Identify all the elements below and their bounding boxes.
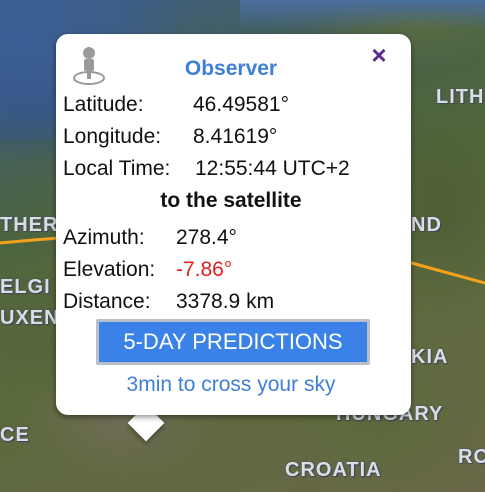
five-day-predictions-button[interactable]: 5-DAY PREDICTIONS xyxy=(96,319,370,365)
longitude-row: Longitude: 8.41619° xyxy=(63,125,277,149)
elevation-label: Elevation: xyxy=(63,258,156,281)
elevation-row: Elevation: -7.86° xyxy=(63,258,232,282)
elevation-value: -7.86° xyxy=(176,258,233,281)
map-label-croatia: CROATIA xyxy=(285,459,382,481)
longitude-value: 8.41619° xyxy=(193,125,278,148)
map-label-belgium: ELGI xyxy=(0,276,51,298)
latitude-row: Latitude: 46.49581° xyxy=(63,93,289,117)
popup-title: Observer xyxy=(184,57,278,80)
latitude-value: 46.49581° xyxy=(193,93,289,116)
map-label-lithuania: LITH xyxy=(436,86,485,108)
map-label-romania: RO xyxy=(458,446,485,468)
map-label-poland: ND xyxy=(411,214,442,236)
map-label-france: CE xyxy=(0,424,30,446)
azimuth-value: 278.4° xyxy=(176,226,237,249)
satellite-section-title: to the satellite xyxy=(160,189,302,212)
azimuth-row: Azimuth: 278.4° xyxy=(63,226,237,250)
distance-value: 3378.9 km xyxy=(176,290,275,313)
cross-sky-link[interactable]: 3min to cross your sky xyxy=(56,373,406,397)
local-time-row: Local Time: 12:55:44 UTC+2 xyxy=(63,157,350,181)
latitude-label: Latitude: xyxy=(63,93,144,116)
distance-label: Distance: xyxy=(63,290,151,313)
local-time-label: Local Time: xyxy=(63,157,171,180)
map-label-luxembourg: UXEN xyxy=(0,307,60,329)
longitude-label: Longitude: xyxy=(63,125,162,148)
azimuth-label: Azimuth: xyxy=(63,226,145,249)
local-time-value: 12:55:44 UTC+2 xyxy=(195,157,350,180)
distance-row: Distance: 3378.9 km xyxy=(63,290,274,314)
map-label-netherlands: THER xyxy=(0,214,59,236)
map-label-slovakia: KIA xyxy=(411,346,449,368)
